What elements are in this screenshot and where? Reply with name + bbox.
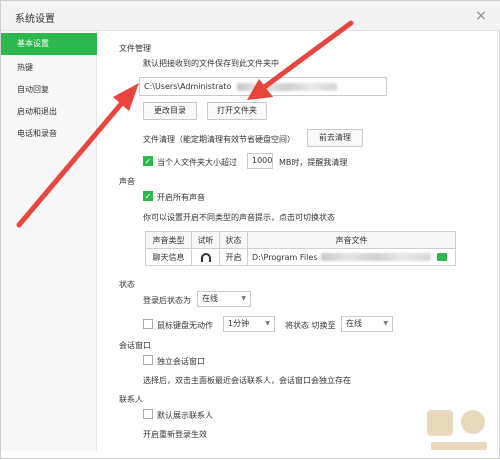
- annotation-arrows: [16, 20, 354, 228]
- settings-window: 系统设置 × 基本设置 热键 自动回复 启动和退出 电话和录音 文件管理 默认把…: [0, 0, 500, 459]
- watermark-logo: [427, 410, 487, 450]
- red-arrow-icon: [247, 20, 354, 100]
- red-arrow-icon: [16, 83, 139, 228]
